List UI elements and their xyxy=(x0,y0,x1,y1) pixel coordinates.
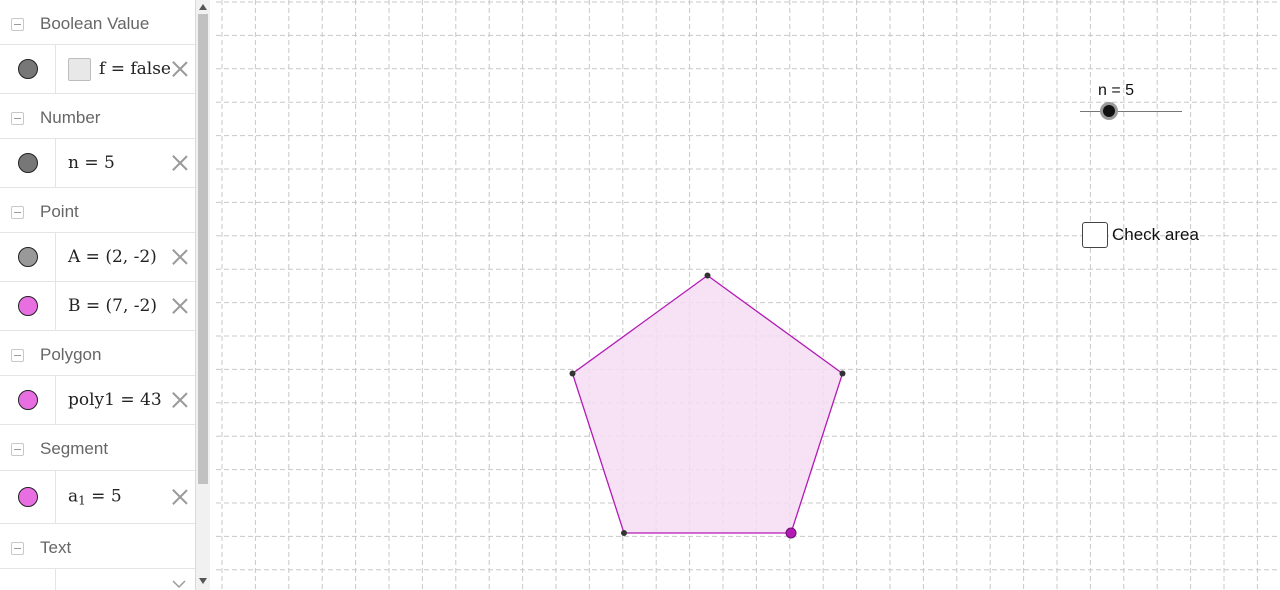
algebra-row-B[interactable]: B = (7, -2) xyxy=(0,281,195,331)
visibility-marble-icon[interactable] xyxy=(18,487,38,507)
vertex-point[interactable] xyxy=(569,370,576,377)
collapse-icon[interactable] xyxy=(11,17,24,31)
close-icon[interactable] xyxy=(171,154,189,172)
group-header-segment[interactable]: Segment xyxy=(0,427,195,471)
close-icon[interactable] xyxy=(171,297,189,315)
vertex-point[interactable] xyxy=(839,370,846,377)
algebra-row-text[interactable]: f = false xyxy=(99,59,171,79)
group-header-number[interactable]: Number xyxy=(0,96,195,140)
algebra-row-a1[interactable]: a1 = 5 xyxy=(0,470,195,524)
algebra-row-n[interactable]: n = 5 xyxy=(0,138,195,188)
checkbox-label: Check area xyxy=(1112,225,1199,244)
polygon-poly1[interactable] xyxy=(571,274,844,534)
visibility-marble-icon[interactable] xyxy=(18,153,38,173)
algebra-row-text[interactable]: n = 5 xyxy=(68,153,115,173)
chevron-down-icon[interactable] xyxy=(172,579,186,589)
algebra-row-text[interactable]: a1 = 5 xyxy=(68,487,122,508)
algebra-row-A[interactable]: A = (2, -2) xyxy=(0,232,195,282)
close-icon[interactable] xyxy=(171,60,189,78)
scroll-up-arrow-icon[interactable] xyxy=(199,4,207,10)
collapse-icon[interactable] xyxy=(11,205,24,219)
slider-n-knob[interactable] xyxy=(1100,102,1118,120)
algebra-row-text[interactable]: poly1 = 43 xyxy=(68,390,162,410)
vertex-point[interactable] xyxy=(704,272,711,279)
scroll-down-arrow-icon[interactable] xyxy=(199,578,207,584)
graphics-view[interactable]: n = 5 Check area xyxy=(216,0,1280,590)
group-label: Point xyxy=(40,202,79,221)
collapse-icon[interactable] xyxy=(11,348,24,362)
close-icon[interactable] xyxy=(171,391,189,409)
group-header-polygon[interactable]: Polygon xyxy=(0,333,195,377)
visibility-marble-icon[interactable] xyxy=(18,59,38,79)
point-B[interactable] xyxy=(785,527,797,539)
algebra-row-f[interactable]: f = false xyxy=(0,44,195,94)
group-label: Segment xyxy=(40,439,109,458)
group-header-point[interactable]: Point xyxy=(0,190,195,234)
collapse-icon[interactable] xyxy=(11,111,24,125)
slider-label: n = 5 xyxy=(1098,82,1135,99)
point-A[interactable] xyxy=(621,530,627,536)
algebra-row-poly1[interactable]: poly1 = 43 xyxy=(0,375,195,425)
algebra-scrollbar[interactable] xyxy=(196,0,210,590)
algebra-row-text[interactable]: A = (2, -2) xyxy=(68,247,157,267)
slider-n-track[interactable] xyxy=(1080,111,1182,112)
group-header-text[interactable]: Text xyxy=(0,526,195,570)
collapse-icon[interactable] xyxy=(11,541,24,555)
visibility-marble-icon[interactable] xyxy=(18,390,38,410)
checkbox-box[interactable] xyxy=(1082,222,1108,248)
visibility-marble-icon[interactable] xyxy=(18,247,38,267)
close-icon[interactable] xyxy=(171,248,189,266)
scroll-thumb[interactable] xyxy=(198,14,208,484)
group-label: Text xyxy=(40,538,72,557)
group-label: Polygon xyxy=(40,345,102,364)
algebra-row-text[interactable]: B = (7, -2) xyxy=(68,296,157,316)
algebra-view: Boolean Value f = false Number n = 5 Poi… xyxy=(0,0,196,590)
boolean-checkbox[interactable] xyxy=(68,58,91,81)
visibility-marble-icon[interactable] xyxy=(18,296,38,316)
check-area-checkbox[interactable]: Check area xyxy=(1082,222,1199,248)
group-header-boolean[interactable]: Boolean Value xyxy=(0,2,195,46)
algebra-row-text-partial[interactable] xyxy=(0,568,195,590)
group-label: Boolean Value xyxy=(40,14,150,33)
collapse-icon[interactable] xyxy=(11,442,24,456)
close-icon[interactable] xyxy=(171,488,189,506)
group-label: Number xyxy=(40,108,101,127)
